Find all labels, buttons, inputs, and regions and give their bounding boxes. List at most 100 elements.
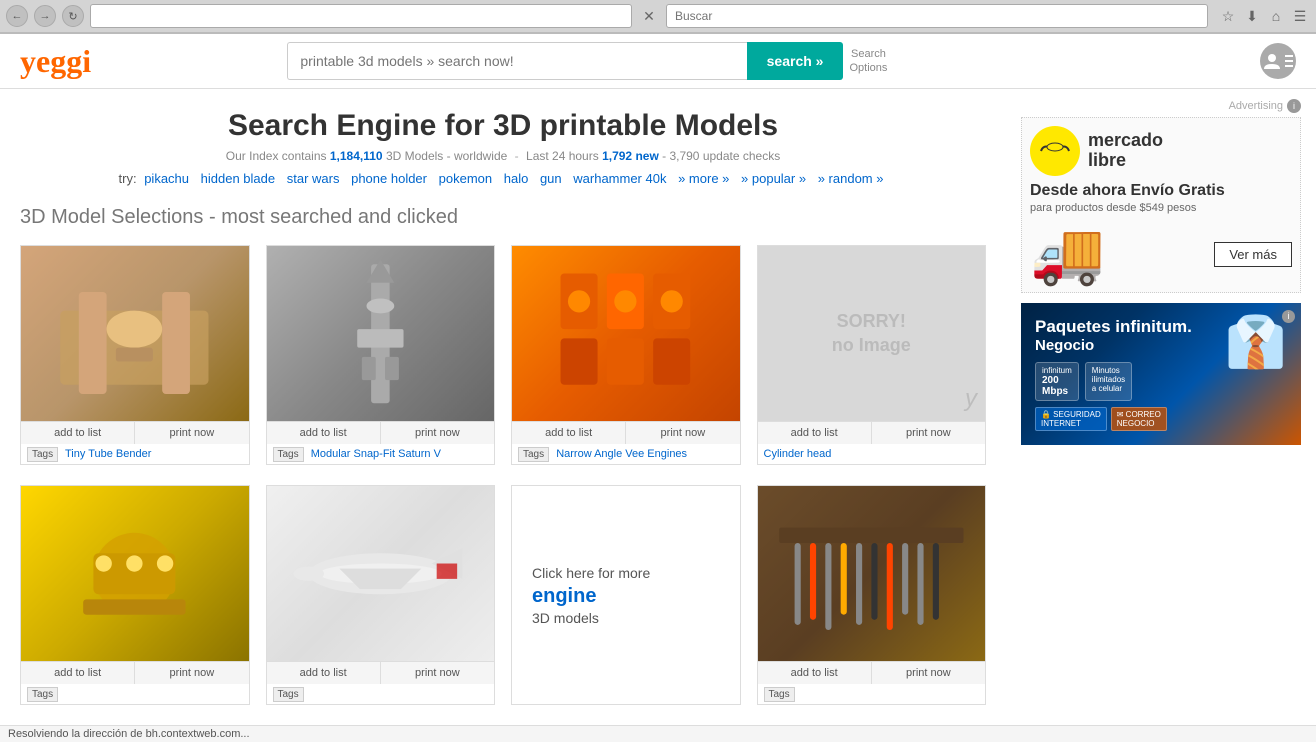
model-name-3[interactable]: Narrow Angle Vee Engines [556, 448, 687, 460]
add-to-list-btn-2[interactable]: add to list [267, 422, 381, 444]
package-2: Minutosilimitadosa celular [1085, 362, 1132, 401]
model-name-4[interactable]: Cylinder head [764, 448, 832, 460]
add-to-list-btn-8[interactable]: add to list [758, 662, 872, 684]
model-meta-2: Tags Modular Snap-Fit Saturn V [267, 444, 495, 464]
try-link-gun[interactable]: gun [540, 171, 562, 186]
mercado-title: Desde ahora Envío Gratis [1030, 182, 1292, 200]
model-image-2 [267, 246, 495, 421]
print-now-btn-4[interactable]: print now [872, 422, 985, 444]
search-form: search » Search Options [287, 42, 887, 80]
try-label: try: [119, 171, 137, 186]
print-now-btn-2[interactable]: print now [381, 422, 494, 444]
print-now-btn-6[interactable]: print now [381, 662, 494, 684]
add-to-list-btn-6[interactable]: add to list [267, 662, 381, 684]
try-link-warhammer[interactable]: warhammer 40k [573, 171, 666, 186]
model-actions-5: add to list print now [21, 661, 249, 684]
menu-icon[interactable]: ☰ [1290, 6, 1310, 26]
mercado-logo-circle [1030, 126, 1080, 176]
print-now-btn-3[interactable]: print now [626, 422, 739, 444]
stats-bar: Our Index contains 1,184,110 3D Models -… [20, 149, 986, 163]
refresh-button[interactable]: ↻ [62, 5, 84, 27]
truck-icon: 🚚 [1030, 224, 1105, 284]
model-tag-1[interactable]: Tags [27, 447, 58, 462]
random-link[interactable]: » random » [818, 171, 884, 186]
model-meta-1: Tags Tiny Tube Bender [21, 444, 249, 464]
ad-info-icon[interactable]: i [1287, 99, 1301, 113]
popular-link[interactable]: » popular » [741, 171, 806, 186]
forward-button[interactable]: → [34, 5, 56, 27]
hero-section: Search Engine for 3D printable Models Ou… [20, 109, 986, 186]
model-card-3: add to list print now Tags Narrow Angle … [511, 245, 741, 465]
add-to-list-btn-1[interactable]: add to list [21, 422, 135, 444]
badge-security: 🔒 SEGURIDADINTERNET [1035, 407, 1107, 431]
main-search-input[interactable] [287, 42, 746, 80]
model-tag-5[interactable]: Tags [27, 687, 58, 702]
try-link-pokemon[interactable]: pokemon [439, 171, 492, 186]
model-card-1: add to list print now Tags Tiny Tube Ben… [20, 245, 250, 465]
model-image-3 [512, 246, 740, 421]
infinitum-title: Paquetes infinitum. [1035, 317, 1192, 337]
model-card-2: add to list print now Tags Modular Snap-… [266, 245, 496, 465]
print-now-btn-1[interactable]: print now [135, 422, 248, 444]
mercado-ad: mercadolibre Desde ahora Envío Gratis pa… [1021, 117, 1301, 293]
try-link-pikachu[interactable]: pikachu [144, 171, 189, 186]
home-icon[interactable]: ⌂ [1266, 6, 1286, 26]
try-link-halo[interactable]: halo [504, 171, 529, 186]
model-card-4: SORRY!no Image y add to list print now C… [757, 245, 987, 465]
infinitum-ad[interactable]: Paquetes infinitum. Negocio infinitum 20… [1021, 303, 1301, 445]
close-tab-icon[interactable]: ✕ [638, 5, 660, 27]
package-1: infinitum 200Mbps [1035, 362, 1079, 401]
infinitum-badges: 🔒 SEGURIDADINTERNET ✉ CORREONEGOCIO [1035, 407, 1192, 431]
address-bar[interactable]: www.yeggi.com [90, 4, 632, 28]
advertising-label: Advertising i [1021, 99, 1301, 113]
user-icon[interactable] [1260, 43, 1296, 79]
search-options[interactable]: Search Options [843, 47, 887, 76]
mercado-bottom: 🚚 Ver más [1030, 224, 1292, 284]
main-wrapper: Search Engine for 3D printable Models Ou… [0, 89, 1316, 725]
model-card-7: Click here for more engine 3D models [511, 485, 741, 705]
no-image-placeholder: SORRY!no Image y [758, 246, 986, 421]
model-tag-2[interactable]: Tags [273, 447, 304, 462]
hero-title: Search Engine for 3D printable Models [20, 109, 986, 143]
model-name-1[interactable]: Tiny Tube Bender [65, 448, 151, 460]
bookmark-icon[interactable]: ☆ [1218, 6, 1238, 26]
address-input[interactable]: www.yeggi.com [99, 9, 623, 23]
model-image-1 [21, 246, 249, 421]
model-image-8 [758, 486, 986, 661]
badge-correo: ✉ CORREONEGOCIO [1111, 407, 1167, 431]
model-grid-row1: add to list print now Tags Tiny Tube Ben… [20, 245, 986, 465]
browser-search-input[interactable] [675, 9, 1199, 23]
model-meta-6: Tags [267, 684, 495, 704]
try-links: try: pikachu hidden blade star wars phon… [20, 171, 986, 186]
try-link-star-wars[interactable]: star wars [287, 171, 340, 186]
models-text: 3D models [532, 610, 599, 626]
model-name-2[interactable]: Modular Snap-Fit Saturn V [311, 448, 441, 460]
print-now-btn-8[interactable]: print now [872, 662, 985, 684]
add-to-list-btn-5[interactable]: add to list [21, 662, 135, 684]
model-actions-8: add to list print now [758, 661, 986, 684]
model-image-5 [21, 486, 249, 661]
print-now-btn-5[interactable]: print now [135, 662, 248, 684]
model-actions-4: add to list print now [758, 421, 986, 444]
model-tag-8[interactable]: Tags [764, 687, 795, 702]
engine-link[interactable]: engine [532, 585, 596, 608]
add-to-list-btn-4[interactable]: add to list [758, 422, 872, 444]
back-button[interactable]: ← [6, 5, 28, 27]
model-tag-6[interactable]: Tags [273, 687, 304, 702]
browser-chrome: ← → ↻ www.yeggi.com ✕ ☆ ⬇ ⌂ ☰ [0, 0, 1316, 34]
try-link-phone-holder[interactable]: phone holder [351, 171, 427, 186]
more-link[interactable]: » more » [678, 171, 729, 186]
site-header: yeggi search » Search Options [0, 34, 1316, 89]
site-logo[interactable]: yeggi [20, 43, 91, 80]
no-image-text: SORRY!no Image [832, 310, 911, 357]
infinitum-text-block: Paquetes infinitum. Negocio infinitum 20… [1035, 317, 1192, 431]
add-to-list-btn-3[interactable]: add to list [512, 422, 626, 444]
history-icon[interactable]: ⬇ [1242, 6, 1262, 26]
search-button[interactable]: search » [747, 42, 844, 80]
try-link-hidden-blade[interactable]: hidden blade [201, 171, 275, 186]
infinitum-info-icon[interactable]: i [1282, 307, 1295, 323]
mercado-subtitle: para productos desde $549 pesos [1030, 202, 1292, 214]
model-tag-3[interactable]: Tags [518, 447, 549, 462]
model-actions-1: add to list print now [21, 421, 249, 444]
ver-mas-button[interactable]: Ver más [1214, 242, 1292, 267]
